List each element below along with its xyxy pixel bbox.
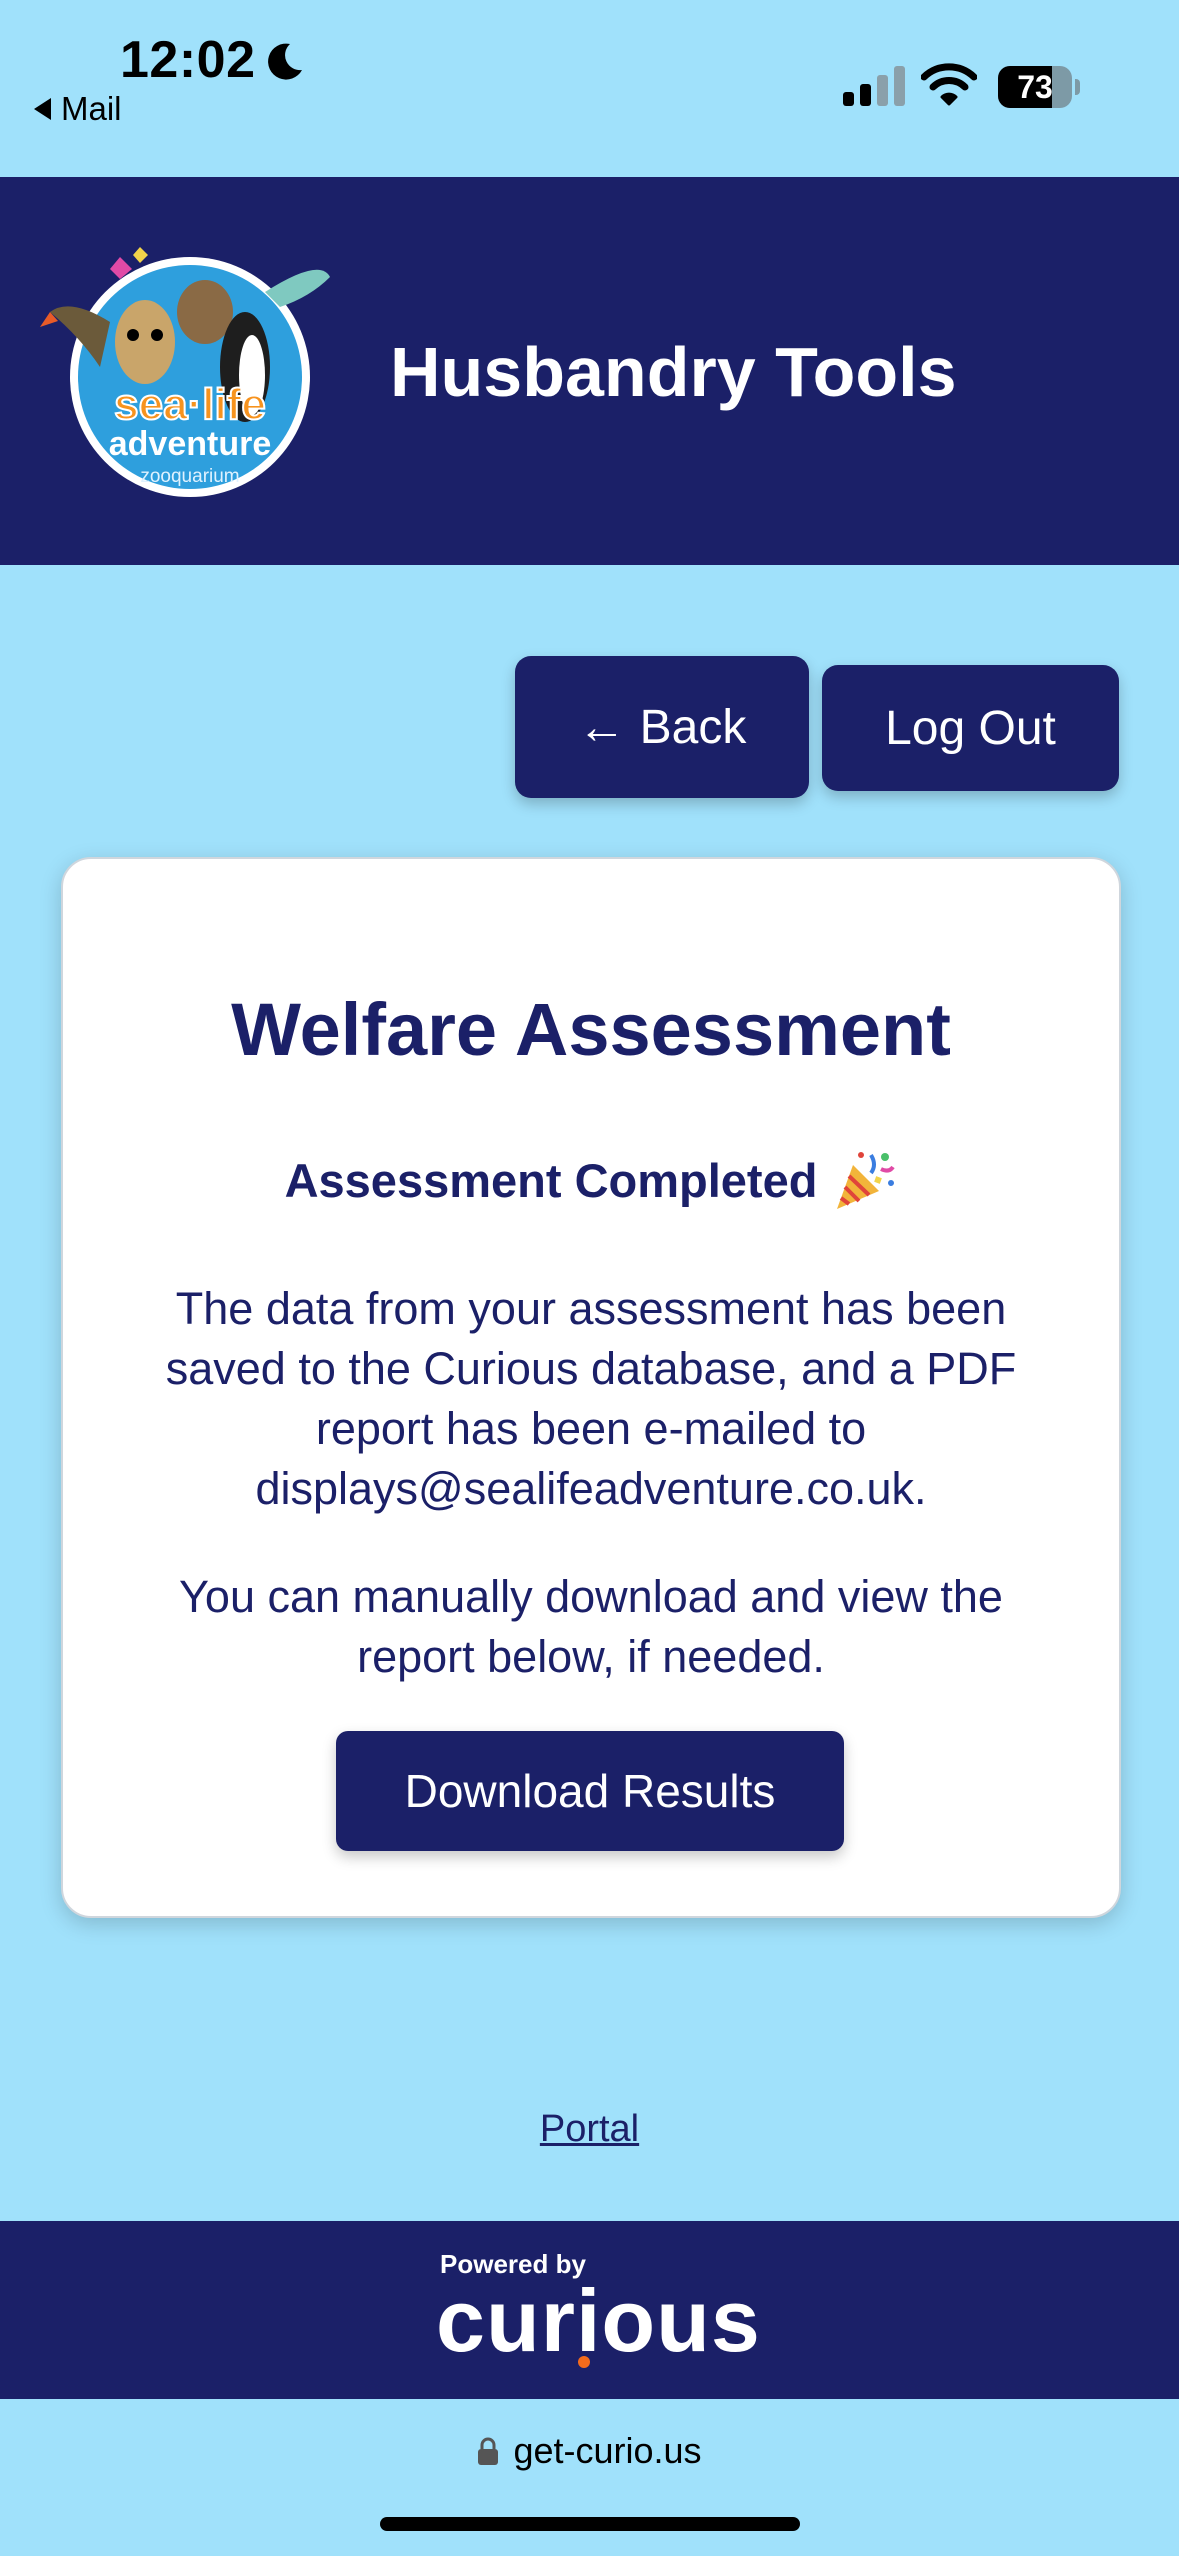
site-footer: Powered by curious — [0, 2221, 1179, 2399]
site-header: sea·life adventure zooquarium Husbandry … — [0, 177, 1179, 565]
logo-text-line1: sea·life — [114, 380, 266, 429]
page-title: Husbandry Tools — [390, 333, 957, 411]
battery-percentage: 73 — [1017, 69, 1053, 105]
lock-icon — [478, 2437, 499, 2465]
curious-logo[interactable]: curious — [436, 2277, 761, 2365]
moon-icon — [268, 43, 302, 80]
download-results-label: Download Results — [404, 1765, 776, 1817]
assessment-card: Welfare Assessment Assessment Completed … — [61, 857, 1121, 1918]
logout-button[interactable]: Log Out — [822, 665, 1119, 791]
back-triangle-icon — [34, 98, 51, 120]
status-bar: 12:02 Mail 73 — [0, 0, 1179, 176]
sealife-adventure-logo[interactable]: sea·life adventure zooquarium — [40, 217, 330, 497]
card-subtitle: Assessment Completed — [63, 1147, 1119, 1213]
browser-url: get-curio.us — [513, 2430, 702, 2471]
browser-url-bar[interactable]: get-curio.us — [0, 2430, 1179, 2472]
wifi-icon — [921, 63, 977, 106]
card-title: Welfare Assessment — [231, 988, 951, 1071]
back-to-mail-link[interactable]: Mail — [34, 90, 122, 128]
curious-logo-dot — [578, 2356, 590, 2368]
back-button[interactable]: ← Back — [515, 656, 809, 798]
back-arrow-icon: ← — [577, 700, 626, 754]
back-button-label: Back — [639, 700, 747, 754]
manual-download-message: You can manually download and view the r… — [179, 1571, 1003, 1682]
logout-button-label: Log Out — [885, 701, 1056, 755]
home-indicator[interactable] — [380, 2517, 800, 2531]
party-popper-icon — [837, 1152, 896, 1209]
saved-message: The data from your assessment has been s… — [165, 1283, 1017, 1514]
download-results-button[interactable]: Download Results — [336, 1731, 844, 1851]
assessment-completed-label: Assessment Completed — [284, 1153, 818, 1207]
logo-text-line3: zooquarium — [140, 466, 239, 487]
portal-link[interactable]: Portal — [0, 2108, 1179, 2151]
status-time: 12:02 — [120, 31, 256, 89]
back-app-label: Mail — [61, 90, 122, 127]
signal-icon — [843, 66, 905, 106]
logo-text-line2: adventure — [109, 425, 272, 463]
battery-indicator: 73 — [998, 66, 1080, 108]
